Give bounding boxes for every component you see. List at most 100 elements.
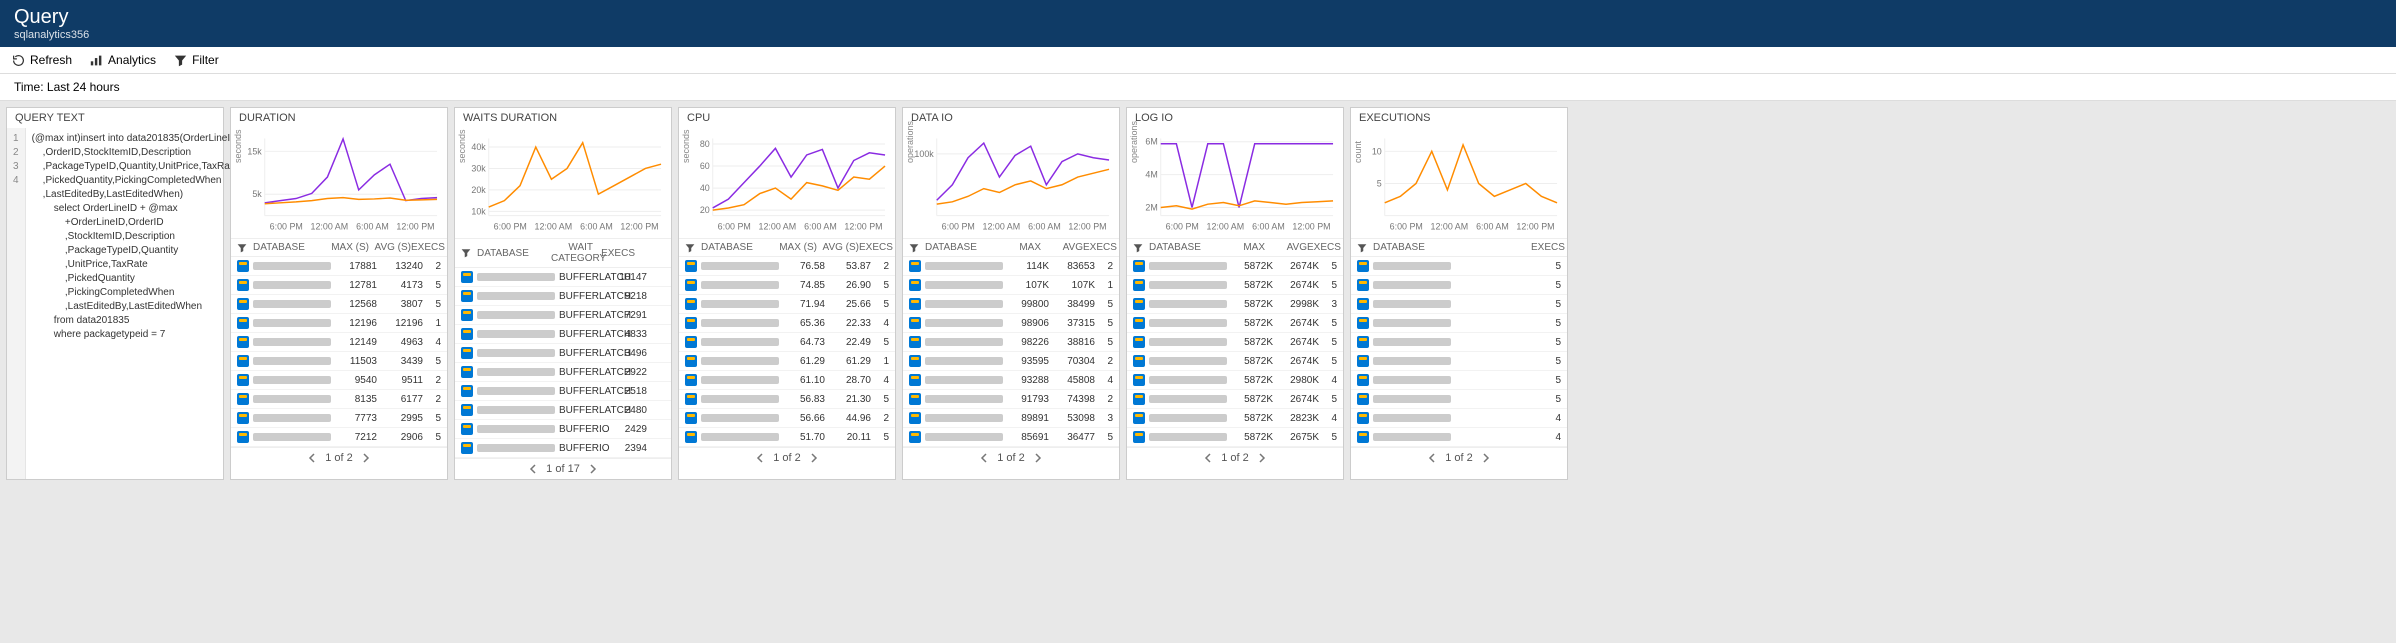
chevron-left-icon[interactable] xyxy=(307,453,317,463)
col-3[interactable]: EXECS xyxy=(1531,242,1561,253)
table-row[interactable]: 74.8526.905 xyxy=(679,276,895,295)
table-row[interactable]: 61.1028.704 xyxy=(679,371,895,390)
table-row[interactable]: 51.7020.115 xyxy=(679,428,895,447)
table-row[interactable]: 813561772 xyxy=(231,390,447,409)
table-row[interactable]: 721229065 xyxy=(231,428,447,447)
table-row[interactable]: 56.8321.305 xyxy=(679,390,895,409)
filter-icon[interactable] xyxy=(1357,243,1367,253)
table-row[interactable]: 5 xyxy=(1351,295,1567,314)
col-1[interactable]: MAX (S) xyxy=(775,242,817,253)
col-2[interactable]: AVG (S) xyxy=(369,242,411,253)
filter-icon[interactable] xyxy=(909,243,919,253)
col-2[interactable]: AVG xyxy=(1041,242,1083,253)
chevron-right-icon[interactable] xyxy=(588,464,598,474)
table-row[interactable]: 5 xyxy=(1351,371,1567,390)
table-row[interactable]: 1214949634 xyxy=(231,333,447,352)
table-row[interactable]: BUFFERIO2429 xyxy=(455,420,671,439)
table-row[interactable]: 5 xyxy=(1351,390,1567,409)
table-row[interactable]: 93288458084 xyxy=(903,371,1119,390)
filter-icon[interactable] xyxy=(461,248,471,258)
col-database[interactable]: DATABASE xyxy=(925,242,999,253)
table-row[interactable]: 5872K2674K5 xyxy=(1127,333,1343,352)
chevron-right-icon[interactable] xyxy=(809,453,819,463)
table-row[interactable]: BUFFERLATCH7291 xyxy=(455,306,671,325)
col-3[interactable]: EXECS xyxy=(1083,242,1113,253)
table-row[interactable]: 98906373155 xyxy=(903,314,1119,333)
table-row[interactable]: 5 xyxy=(1351,314,1567,333)
table-row[interactable]: 5872K2674K5 xyxy=(1127,276,1343,295)
col-database[interactable]: DATABASE xyxy=(1149,242,1223,253)
table-row[interactable]: 76.5853.872 xyxy=(679,257,895,276)
time-range[interactable]: Time: Last 24 hours xyxy=(0,74,2396,101)
table-row[interactable]: BUFFERLATCH9218 xyxy=(455,287,671,306)
col-database[interactable]: DATABASE xyxy=(477,248,551,259)
chevron-left-icon[interactable] xyxy=(1203,453,1213,463)
table-row[interactable]: 5872K2674K5 xyxy=(1127,390,1343,409)
table-row[interactable]: 99800384995 xyxy=(903,295,1119,314)
table-row[interactable]: BUFFERLATCH4833 xyxy=(455,325,671,344)
table-row[interactable]: 1278141735 xyxy=(231,276,447,295)
table-row[interactable]: 5 xyxy=(1351,352,1567,371)
table-row[interactable]: 71.9425.665 xyxy=(679,295,895,314)
table-row[interactable]: 5 xyxy=(1351,333,1567,352)
col-1[interactable]: MAX (S) xyxy=(327,242,369,253)
chevron-left-icon[interactable] xyxy=(979,453,989,463)
table-row[interactable]: 98226388165 xyxy=(903,333,1119,352)
table-row[interactable]: BUFFERLATCH3496 xyxy=(455,344,671,363)
table-row[interactable]: 56.6644.962 xyxy=(679,409,895,428)
col-database[interactable]: DATABASE xyxy=(701,242,775,253)
chevron-left-icon[interactable] xyxy=(755,453,765,463)
table-row[interactable]: 5872K2674K5 xyxy=(1127,257,1343,276)
chevron-right-icon[interactable] xyxy=(361,453,371,463)
table-row[interactable]: 5872K2674K5 xyxy=(1127,314,1343,333)
table-row[interactable]: 5872K2823K4 xyxy=(1127,409,1343,428)
table-row[interactable]: 89891530983 xyxy=(903,409,1119,428)
table-row[interactable]: 5872K2980K4 xyxy=(1127,371,1343,390)
filter-icon[interactable] xyxy=(237,243,247,253)
chevron-left-icon[interactable] xyxy=(528,464,538,474)
table-row[interactable]: 5 xyxy=(1351,257,1567,276)
chart[interactable]: operations 2M4M6M6:00 PM12:00 AM6:00 AM1… xyxy=(1127,128,1343,238)
filter-button[interactable]: Filter xyxy=(174,53,219,67)
chart[interactable]: seconds 5k15k6:00 PM12:00 AM6:00 AM12:00… xyxy=(231,128,447,238)
chevron-right-icon[interactable] xyxy=(1033,453,1043,463)
col-database[interactable]: DATABASE xyxy=(253,242,327,253)
table-row[interactable]: BUFFERLATCH10147 xyxy=(455,268,671,287)
table-row[interactable]: 954095112 xyxy=(231,371,447,390)
table-row[interactable]: 17881132402 xyxy=(231,257,447,276)
table-row[interactable]: 5 xyxy=(1351,276,1567,295)
chart[interactable]: seconds 10k20k30k40k6:00 PM12:00 AM6:00 … xyxy=(455,128,671,238)
sql-editor[interactable]: 1 2 3 4 (@max int)insert into data201835… xyxy=(7,128,223,479)
table-row[interactable]: 85691364775 xyxy=(903,428,1119,447)
table-row[interactable]: BUFFERLATCH2518 xyxy=(455,382,671,401)
table-row[interactable]: 1150334395 xyxy=(231,352,447,371)
table-row[interactable]: 64.7322.495 xyxy=(679,333,895,352)
chevron-left-icon[interactable] xyxy=(1427,453,1437,463)
table-row[interactable]: 114K836532 xyxy=(903,257,1119,276)
col-1[interactable]: WAIT CATEGORY xyxy=(551,242,593,264)
chart[interactable]: count 5106:00 PM12:00 AM6:00 AM12:00 PM xyxy=(1351,128,1567,238)
table-row[interactable]: 107K107K1 xyxy=(903,276,1119,295)
col-3[interactable]: EXECS xyxy=(859,242,889,253)
filter-icon[interactable] xyxy=(1133,243,1143,253)
chevron-right-icon[interactable] xyxy=(1481,453,1491,463)
analytics-button[interactable]: Analytics xyxy=(90,53,156,67)
col-database[interactable]: DATABASE xyxy=(1373,242,1447,253)
table-row[interactable]: 61.2961.291 xyxy=(679,352,895,371)
col-1[interactable]: MAX xyxy=(999,242,1041,253)
filter-icon[interactable] xyxy=(685,243,695,253)
table-row[interactable]: 5872K2675K5 xyxy=(1127,428,1343,447)
table-row[interactable]: 12196121961 xyxy=(231,314,447,333)
table-row[interactable]: BUFFERLATCH2922 xyxy=(455,363,671,382)
col-2[interactable]: AVG (S) xyxy=(817,242,859,253)
chart[interactable]: operations 100k6:00 PM12:00 AM6:00 AM12:… xyxy=(903,128,1119,238)
col-3[interactable]: EXECS xyxy=(411,242,441,253)
col-3[interactable]: EXECS xyxy=(1307,242,1337,253)
table-row[interactable]: 93595703042 xyxy=(903,352,1119,371)
col-1[interactable]: MAX xyxy=(1223,242,1265,253)
table-row[interactable]: 5872K2998K3 xyxy=(1127,295,1343,314)
col-2[interactable]: AVG xyxy=(1265,242,1307,253)
table-row[interactable]: BUFFERLATCH2480 xyxy=(455,401,671,420)
table-row[interactable]: 1256838075 xyxy=(231,295,447,314)
table-row[interactable]: 777329955 xyxy=(231,409,447,428)
